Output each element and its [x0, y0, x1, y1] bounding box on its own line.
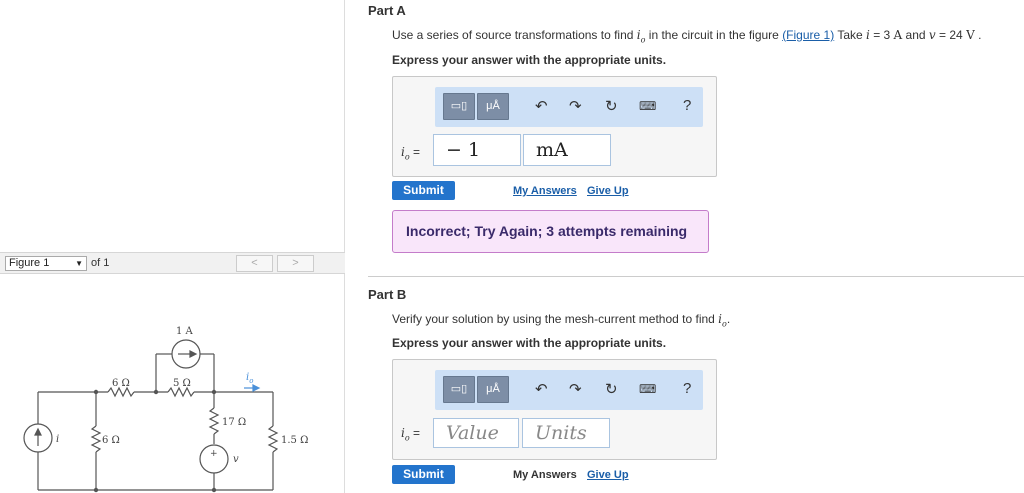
label-6ohm-left: 6 Ω: [102, 435, 120, 446]
label-1a: 1 A: [176, 326, 194, 337]
keyboard-icon[interactable]: ⌨: [639, 99, 656, 113]
chevron-left-icon: <: [251, 257, 258, 269]
part-a-title: Part A: [368, 3, 406, 18]
fraction-template-icon: ▭▯: [450, 100, 468, 112]
units-button[interactable]: μÅ: [477, 376, 509, 403]
figure-select[interactable]: Figure 1 ▼: [5, 256, 87, 271]
prev-figure-button[interactable]: <: [236, 255, 273, 272]
templates-button[interactable]: ▭▯: [443, 93, 475, 120]
part-a-my-answers-link[interactable]: My Answers: [513, 185, 577, 197]
figure-toolbar: Figure 1 ▼ of 1 < >: [0, 252, 345, 274]
figure-panel: Figure 1 ▼ of 1 < > 1 A 6 Ω 5 Ω 6 Ω 17 Ω…: [0, 0, 345, 493]
redo-icon[interactable]: ↷: [569, 97, 582, 115]
next-figure-button[interactable]: >: [277, 255, 314, 272]
figure-select-value: Figure 1: [9, 257, 50, 269]
keyboard-icon[interactable]: ⌨: [639, 382, 656, 396]
part-b-submit-button[interactable]: Submit: [392, 465, 455, 484]
fraction-template-icon: ▭▯: [450, 383, 468, 395]
label-17ohm: 17 Ω: [222, 417, 246, 428]
part-b-var-label: io =: [401, 426, 421, 443]
question-panel: Part A Use a series of source transforma…: [346, 0, 1024, 493]
redo-icon[interactable]: ↷: [569, 380, 582, 398]
part-b-title: Part B: [368, 287, 407, 302]
label-6ohm-top: 6 Ω: [112, 378, 130, 389]
figure-count: of 1: [91, 257, 110, 269]
part-b-my-answers-link[interactable]: My Answers: [513, 469, 577, 481]
label-source-i: i: [56, 434, 59, 445]
units-icon: μÅ: [486, 100, 500, 112]
templates-button[interactable]: ▭▯: [443, 376, 475, 403]
part-a-math-toolbar: ▭▯ μÅ ↶ ↷ ↻ ⌨ ?: [435, 87, 703, 127]
circuit-diagram: 1 A 6 Ω 5 Ω 6 Ω 17 Ω 1.5 Ω i v + io: [23, 326, 308, 493]
label-1-5ohm: 1.5 Ω: [281, 435, 308, 446]
part-b-math-toolbar: ▭▯ μÅ ↶ ↷ ↻ ⌨ ?: [435, 370, 703, 410]
circuit-figure: 1 A 6 Ω 5 Ω 6 Ω 17 Ω 1.5 Ω i v + io: [0, 276, 345, 493]
part-b-give-up-link[interactable]: Give Up: [587, 469, 629, 481]
part-divider: [368, 276, 1024, 277]
undo-icon[interactable]: ↶: [535, 97, 548, 115]
units-icon: μÅ: [486, 383, 500, 395]
part-b-express: Express your answer with the appropriate…: [392, 336, 667, 350]
part-a-express: Express your answer with the appropriate…: [392, 53, 667, 67]
part-a-answer-box: ▭▯ μÅ ↶ ↷ ↻ ⌨ ? io = − 1 mA: [392, 76, 717, 177]
label-plus: +: [210, 449, 218, 459]
part-b-value-input[interactable]: Value: [433, 418, 519, 448]
undo-icon[interactable]: ↶: [535, 380, 548, 398]
part-b-answer-box: ▭▯ μÅ ↶ ↷ ↻ ⌨ ? io = Value Units: [392, 359, 717, 460]
part-a-question: Use a series of source transformations t…: [392, 28, 982, 45]
reset-icon[interactable]: ↻: [605, 380, 618, 398]
part-b-unit-input[interactable]: Units: [522, 418, 610, 448]
figure-link[interactable]: (Figure 1): [782, 28, 834, 42]
part-a-var-label: io =: [401, 145, 421, 162]
part-a-value-input[interactable]: − 1: [433, 134, 521, 166]
units-button[interactable]: μÅ: [477, 93, 509, 120]
label-5ohm: 5 Ω: [173, 378, 191, 389]
label-io: io: [246, 372, 253, 385]
part-a-feedback: Incorrect; Try Again; 3 attempts remaini…: [392, 210, 709, 253]
caret-down-icon: ▼: [75, 259, 83, 268]
part-b-question: Verify your solution by using the mesh-c…: [392, 312, 731, 329]
help-icon[interactable]: ?: [683, 97, 691, 114]
reset-icon[interactable]: ↻: [605, 97, 618, 115]
chevron-right-icon: >: [292, 257, 299, 269]
part-a-submit-button[interactable]: Submit: [392, 181, 455, 200]
part-a-give-up-link[interactable]: Give Up: [587, 185, 629, 197]
label-source-v: v: [233, 454, 239, 465]
part-a-unit-input[interactable]: mA: [523, 134, 611, 166]
help-icon[interactable]: ?: [683, 380, 691, 397]
